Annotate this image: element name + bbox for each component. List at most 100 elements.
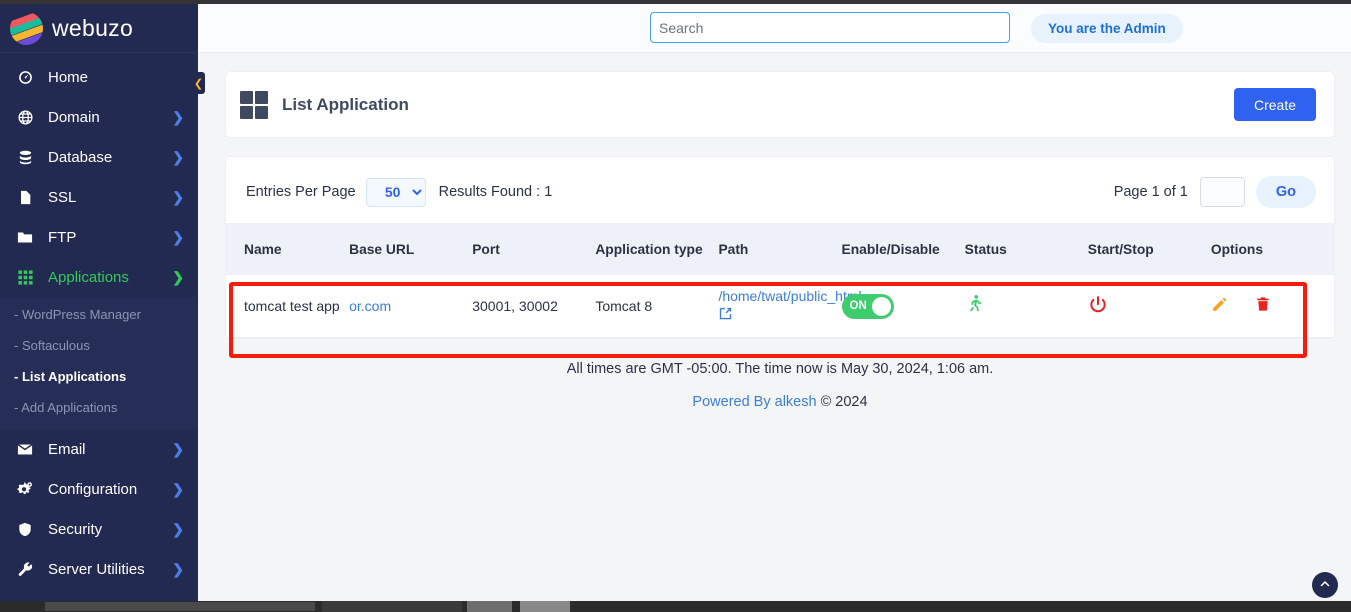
scroll-to-top-button[interactable] xyxy=(1312,572,1338,598)
chevron-right-icon: ❯ xyxy=(172,480,184,497)
sidebar-item-email[interactable]: Email ❯ xyxy=(0,429,198,469)
create-button[interactable]: Create xyxy=(1233,88,1316,121)
sidebar-item-ftp[interactable]: FTP ❯ xyxy=(0,217,198,257)
footer-copyright: © 2024 xyxy=(820,394,868,411)
webuzo-app-window: webuzo Home Domain ❯ Database ❯ SSL ❯ FT… xyxy=(0,0,1351,612)
chevron-right-icon: ❯ xyxy=(172,148,184,165)
browser-horizontal-scrollbar[interactable] xyxy=(0,601,1351,612)
chevron-right-icon: ❯ xyxy=(172,268,184,285)
sidebar-item-label: Database xyxy=(48,148,113,166)
chevron-right-icon: ❯ xyxy=(172,440,184,457)
sidebar-item-label: Applications xyxy=(48,268,129,286)
toggle-knob xyxy=(871,296,891,316)
delete-trash-icon[interactable] xyxy=(1255,296,1271,316)
go-button[interactable]: Go xyxy=(1255,176,1316,208)
sidebar-item-label: Home xyxy=(48,68,89,86)
applications-table-card: Entries Per Page 50 Results Found : 1 Pa… xyxy=(225,156,1335,340)
chevron-right-icon: ❯ xyxy=(172,560,184,577)
cell-application-type: Tomcat 8 xyxy=(595,275,719,339)
sidebar-collapse-toggle[interactable]: ❮ xyxy=(192,72,205,94)
sidebar-item-label: FTP xyxy=(48,228,77,246)
scrollbar-segment xyxy=(467,601,512,612)
scrollbar-thumb[interactable] xyxy=(45,602,315,611)
column-header-status: Status xyxy=(964,223,1088,275)
sidebar-subitem-list-applications[interactable]: - List Applications xyxy=(0,361,198,392)
column-header-path: Path xyxy=(718,223,842,275)
brand-logo[interactable]: webuzo xyxy=(0,4,198,53)
search-input[interactable] xyxy=(659,19,1001,36)
entries-per-page-select[interactable]: 50 xyxy=(365,177,426,207)
page-header-card: List Application Create xyxy=(225,71,1335,138)
sidebar-item-security[interactable]: Security ❯ xyxy=(0,509,198,549)
main-content: List Application Create Entries Per Page… xyxy=(198,53,1351,601)
results-found-label: Results Found : 1 xyxy=(438,184,553,200)
running-person-icon[interactable] xyxy=(965,294,984,319)
sidebar-item-domain[interactable]: Domain ❯ xyxy=(0,97,198,137)
chevron-right-icon: ❯ xyxy=(172,108,184,125)
edit-pencil-icon[interactable] xyxy=(1211,297,1233,317)
entries-per-page-label: Entries Per Page xyxy=(246,184,356,200)
scrollbar-segment xyxy=(520,601,570,612)
file-icon xyxy=(14,189,36,206)
sidebar-item-label: Security xyxy=(48,520,103,538)
sidebar-subitem-label: - Add Applications xyxy=(14,400,118,415)
chevron-right-icon: ❯ xyxy=(172,520,184,537)
column-header-name: Name xyxy=(226,223,350,275)
sidebar-subitem-softaculous[interactable]: - Softaculous xyxy=(0,330,198,361)
globe-icon xyxy=(14,109,36,126)
sidebar-item-ssl[interactable]: SSL ❯ xyxy=(0,177,198,217)
page-number-input[interactable] xyxy=(1199,177,1245,207)
shield-icon xyxy=(14,521,36,538)
table-row: tomcat test app or.com 30001, 30002 Tomc… xyxy=(226,275,1334,339)
footer-time-line: All times are GMT -05:00. The time now i… xyxy=(566,361,994,378)
sidebar-item-home[interactable]: Home xyxy=(0,57,198,97)
sidebar-subitem-add-applications[interactable]: - Add Applications xyxy=(0,392,198,423)
sidebar-item-label: Server Utilities xyxy=(48,560,145,578)
cell-path-link[interactable]: /home/twat/public_html xyxy=(718,287,861,305)
cell-base-url-link[interactable]: or.com xyxy=(349,298,391,314)
sidebar-subitem-wordpress-manager[interactable]: - WordPress Manager xyxy=(0,299,198,330)
column-header-enable-disable: Enable/Disable xyxy=(841,223,965,275)
applications-submenu: - WordPress Manager - Softaculous - List… xyxy=(0,297,198,429)
wrench-icon xyxy=(14,561,36,578)
sidebar-item-server-utilities[interactable]: Server Utilities ❯ xyxy=(0,549,198,589)
column-header-base-url: Base URL xyxy=(349,223,473,275)
table-toolbar: Entries Per Page 50 Results Found : 1 Pa… xyxy=(226,157,1334,223)
toggle-state-label: ON xyxy=(849,300,867,313)
gauge-icon xyxy=(14,69,36,86)
column-header-port: Port xyxy=(472,223,596,275)
database-icon xyxy=(14,149,36,166)
sidebar-item-label: Domain xyxy=(48,108,100,126)
sidebar-item-label: Email xyxy=(48,440,86,458)
chevron-right-icon: ❯ xyxy=(172,188,184,205)
search-box[interactable] xyxy=(650,12,1010,43)
column-header-start-stop: Start/Stop xyxy=(1087,223,1211,275)
page-title: List Application xyxy=(282,94,409,114)
sidebar-subitem-label: - Softaculous xyxy=(14,338,90,353)
apps-grid-icon xyxy=(14,269,36,286)
sidebar-item-database[interactable]: Database ❯ xyxy=(0,137,198,177)
sidebar: webuzo Home Domain ❯ Database ❯ SSL ❯ FT… xyxy=(0,4,198,601)
gears-icon xyxy=(14,481,36,498)
column-header-options: Options xyxy=(1210,223,1334,275)
enable-disable-toggle[interactable]: ON xyxy=(841,293,894,319)
chevron-left-icon: ❮ xyxy=(193,77,204,90)
sidebar-item-applications[interactable]: Applications ❯ xyxy=(0,257,198,297)
cell-port: 30001, 30002 xyxy=(472,275,596,339)
power-icon[interactable] xyxy=(1088,295,1108,318)
footer-credit-line: Powered By alkesh © 2024 xyxy=(225,394,1335,410)
brand-name: webuzo xyxy=(52,14,134,41)
column-header-application-type: Application type xyxy=(595,223,719,275)
admin-status-badge[interactable]: You are the Admin xyxy=(1031,14,1183,43)
sidebar-subitem-label: - List Applications xyxy=(14,369,127,384)
external-link-icon[interactable] xyxy=(718,306,733,325)
scrollbar-segment xyxy=(322,601,462,612)
powered-by-link[interactable]: Powered By alkesh xyxy=(692,394,816,410)
page-indicator: Page 1 of 1 xyxy=(1113,184,1188,200)
top-header: You are the Admin twat ▾ xyxy=(198,4,1351,53)
folder-icon xyxy=(14,229,36,246)
webuzo-logo-icon xyxy=(10,11,43,45)
table-header-row: Name Base URL Port Application type Path… xyxy=(226,223,1334,275)
sidebar-subitem-label: - WordPress Manager xyxy=(14,307,141,322)
sidebar-item-configuration[interactable]: Configuration ❯ xyxy=(0,469,198,509)
